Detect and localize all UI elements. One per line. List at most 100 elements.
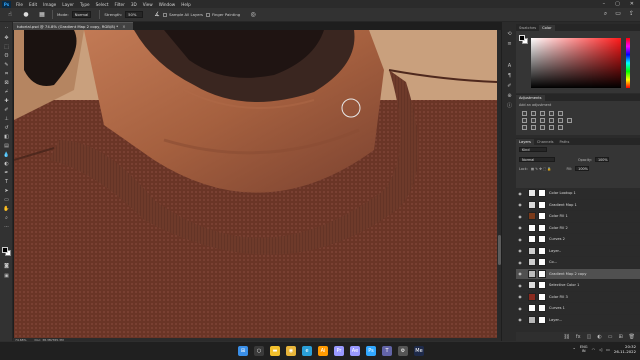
premiere-icon[interactable]: Pr (334, 346, 344, 356)
illustrator-icon[interactable]: Ai (318, 346, 328, 356)
brightness-contrast-icon[interactable] (522, 111, 527, 116)
path-selection-tool-icon[interactable]: ➤ (2, 187, 11, 194)
layer-row[interactable]: ◉ Layer.. (516, 246, 640, 257)
menu-item-view[interactable]: View (143, 2, 153, 7)
clone-source-icon[interactable]: ⊕ (505, 92, 514, 99)
invert-icon[interactable] (522, 125, 527, 130)
properties-icon[interactable]: ≡ (505, 40, 514, 47)
layer-thumbnail[interactable] (528, 189, 536, 198)
screen-mode-icon[interactable]: ▣ (2, 272, 11, 279)
character-icon[interactable]: A (505, 62, 514, 69)
exposure-icon[interactable] (549, 111, 554, 116)
layer-thumbnail[interactable] (528, 200, 536, 209)
channel-mixer-icon[interactable] (558, 118, 563, 123)
eyedropper-tool-icon[interactable]: ⌿ (2, 88, 11, 95)
layer-row[interactable]: ◉ Selective Color 1 (516, 280, 640, 292)
menu-item-window[interactable]: Window (159, 2, 176, 7)
maximize-icon[interactable]: ▢ (615, 1, 620, 7)
menu-item-3d[interactable]: 3D (131, 2, 137, 7)
menu-item-file[interactable]: File (16, 2, 23, 7)
paragraph-icon[interactable]: ¶ (505, 72, 514, 79)
marquee-tool-icon[interactable]: ⬚ (2, 43, 11, 50)
battery-icon[interactable]: ▭ (606, 347, 610, 352)
history-icon[interactable]: ⟲ (505, 30, 514, 37)
color-lookup-icon[interactable] (567, 118, 572, 123)
layer-row[interactable]: ◉ Color Lookup 1 (516, 188, 640, 200)
rectangle-tool-icon[interactable]: ▭ (2, 196, 11, 203)
search-icon[interactable]: ○ (254, 346, 264, 356)
menu-item-select[interactable]: Select (96, 2, 109, 7)
layer-mask-thumbnail[interactable] (538, 189, 546, 198)
layer-row[interactable]: ◉ Color Fill 3 (516, 292, 640, 303)
teams-icon[interactable]: T (382, 346, 392, 356)
clone-stamp-tool-icon[interactable]: ⊥ (2, 115, 11, 122)
layer-row[interactable]: ◉ Layer... (516, 315, 640, 326)
dodge-tool-icon[interactable]: ◐ (2, 160, 11, 167)
visibility-eye-icon[interactable]: ◉ (516, 225, 524, 230)
layer-row[interactable]: ◉ Curves 1 (516, 303, 640, 315)
visibility-eye-icon[interactable]: ◉ (516, 317, 524, 322)
vibrance-icon[interactable] (558, 111, 563, 116)
visibility-eye-icon[interactable]: ◉ (516, 306, 524, 311)
layer-mask-thumbnail[interactable] (538, 281, 546, 290)
color-fg-swatch[interactable] (519, 35, 525, 41)
curves-icon[interactable] (540, 111, 545, 116)
menu-item-help[interactable]: Help (181, 2, 191, 7)
hue-slider[interactable] (626, 38, 630, 88)
new-group-icon[interactable]: ▭ (608, 334, 613, 340)
hue-saturation-icon[interactable] (522, 118, 527, 123)
chevron-up-icon[interactable]: ⌃ (572, 347, 575, 352)
menu-item-image[interactable]: Image (43, 2, 56, 7)
menu-item-filter[interactable]: Filter (114, 2, 124, 7)
layer-mask-thumbnail[interactable] (538, 223, 546, 232)
close-icon[interactable]: ✕ (630, 1, 634, 7)
layer-row[interactable]: ◉ Gradient Map 2 copy (516, 268, 640, 280)
brush-tool-icon[interactable]: ✐ (2, 106, 11, 113)
opacity-field[interactable]: 100% (594, 157, 609, 162)
delete-layer-icon[interactable]: 🗑 (629, 334, 635, 340)
layer-mask-thumbnail[interactable] (538, 235, 546, 244)
layer-name[interactable]: Selective Color 1 (549, 283, 579, 287)
layer-name[interactable]: Layer... (549, 318, 562, 322)
layer-mask-thumbnail[interactable] (538, 315, 546, 324)
foreground-color-swatch[interactable] (2, 247, 8, 253)
selective-color-icon[interactable] (558, 125, 563, 130)
layer-thumbnail[interactable] (528, 235, 536, 244)
visibility-eye-icon[interactable]: ◉ (516, 214, 524, 219)
layer-row[interactable]: ◉ Gradient Map 1 (516, 200, 640, 211)
share-icon[interactable]: ⇪ (629, 10, 634, 18)
layer-mask-thumbnail[interactable] (538, 304, 546, 313)
link-layers-icon[interactable]: ⛓ (564, 334, 570, 340)
visibility-eye-icon[interactable]: ◉ (516, 202, 524, 207)
layer-thumbnail[interactable] (528, 212, 536, 221)
close-document-icon[interactable]: × (122, 24, 125, 29)
chrome-icon[interactable]: ◉ (286, 346, 296, 356)
type-tool-icon[interactable]: T (2, 178, 11, 185)
quick-mask-icon[interactable]: ◙ (2, 262, 11, 269)
photo-filter-icon[interactable] (549, 118, 554, 123)
info-icon[interactable]: ⓘ (505, 102, 514, 109)
language-indicator[interactable]: ENG IN (580, 345, 588, 353)
layer-name[interactable]: Color Fill 3 (549, 295, 568, 299)
pen-tool-icon[interactable]: ✒ (2, 169, 11, 176)
layer-mask-thumbnail[interactable] (538, 269, 546, 278)
eraser-tool-icon[interactable]: ◧ (2, 133, 11, 140)
threshold-icon[interactable] (540, 125, 545, 130)
healing-brush-tool-icon[interactable]: ✚ (2, 97, 11, 104)
menu-item-edit[interactable]: Edit (29, 2, 37, 7)
layer-thumbnail[interactable] (528, 246, 536, 255)
color-balance-icon[interactable] (531, 118, 536, 123)
layer-filter-select[interactable]: Kind (519, 147, 547, 152)
hand-tool-icon[interactable]: ✋ (2, 205, 11, 212)
fill-field[interactable]: 100% (575, 166, 590, 171)
lasso-tool-icon[interactable]: ʘ (2, 52, 11, 59)
file-explorer-icon[interactable]: ▬ (270, 346, 280, 356)
edit-toolbar-icon[interactable]: ··· (2, 223, 11, 230)
menu-item-layer[interactable]: Layer (62, 2, 74, 7)
layer-name[interactable]: Curves 1 (549, 306, 565, 310)
strength-field[interactable]: 50% (125, 11, 144, 18)
layer-thumbnail[interactable] (528, 315, 536, 324)
wifi-icon[interactable]: ◠ (592, 347, 596, 352)
color-field[interactable] (531, 38, 621, 88)
finger-painting-checkbox[interactable] (206, 12, 211, 17)
